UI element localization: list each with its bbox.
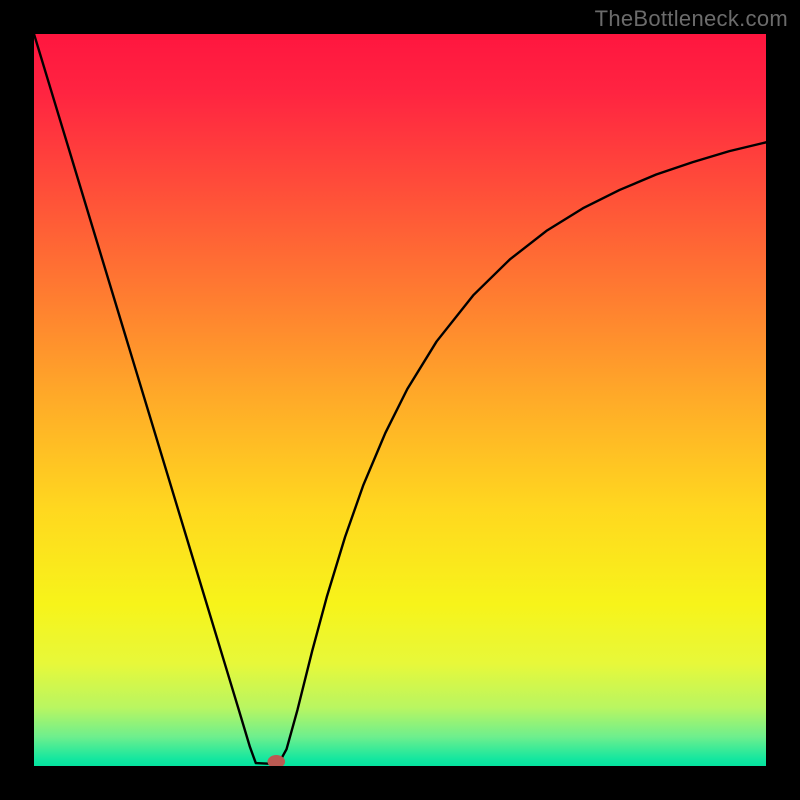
chart-svg	[34, 34, 766, 766]
chart-frame: TheBottleneck.com	[0, 0, 800, 800]
watermark-text: TheBottleneck.com	[595, 6, 788, 32]
plot-area	[34, 34, 766, 766]
